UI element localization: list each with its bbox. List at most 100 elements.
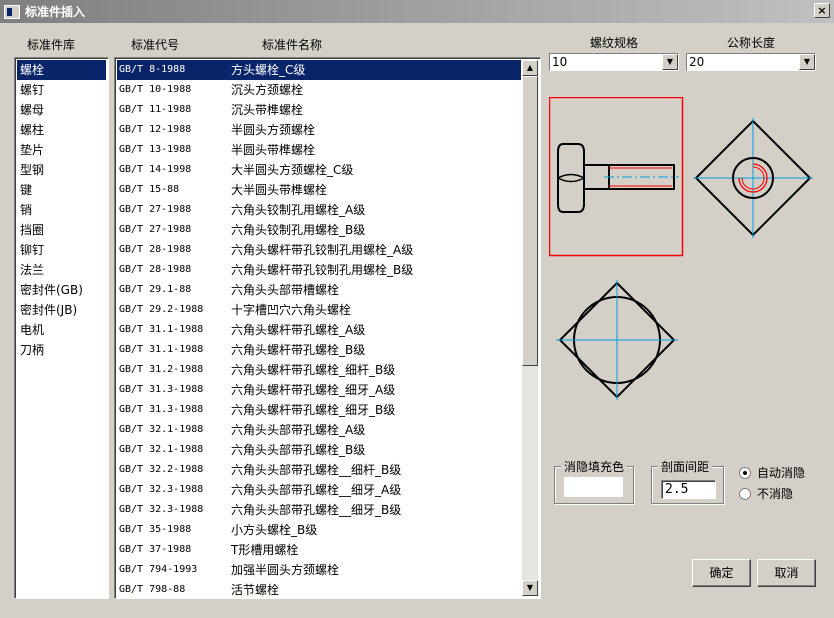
standard-code: GB/T 31.3-1988 xyxy=(119,404,204,415)
table-row[interactable]: GB/T 31.3-1988 六角头螺杆带孔螺栓_细牙_B级 xyxy=(117,400,521,420)
hidden-fill-group: 消隐填充色 xyxy=(554,458,634,504)
standard-code: GB/T 29.1-88 xyxy=(119,284,192,295)
standard-name: 六角头螺杆带孔螺栓_细牙_B级 xyxy=(231,403,396,417)
library-item[interactable]: 刀柄 xyxy=(17,340,106,360)
cancel-button[interactable]: 取消 xyxy=(757,559,816,587)
section-gap-value: 2.5 xyxy=(665,482,689,497)
standard-code: GB/T 794-1993 xyxy=(119,564,198,575)
table-row[interactable]: GB/T 31.2-1988 六角头螺杆带孔螺栓_细杆_B级 xyxy=(117,360,521,380)
table-row[interactable]: GB/T 31.1-1988 六角头螺杆带孔螺栓_A级 xyxy=(117,320,521,340)
section-gap-group: 剖面间距 2.5 xyxy=(651,458,724,504)
standard-code: GB/T 12-1988 xyxy=(119,124,192,135)
table-row[interactable]: GB/T 794-1993 加强半圆头方颈螺栓 xyxy=(117,560,521,580)
standard-code: GB/T 32.1-1988 xyxy=(119,424,204,435)
library-item[interactable]: 销 xyxy=(17,200,106,220)
table-row[interactable]: GB/T 13-1988 半圆头带榫螺栓 xyxy=(117,140,521,160)
section-gap-label: 剖面间距 xyxy=(658,458,713,475)
library-item[interactable]: 螺钉 xyxy=(17,80,106,100)
radio-auto-hide-dot[interactable] xyxy=(739,466,751,479)
table-row[interactable]: GB/T 32.1-1988 六角头头部带孔螺栓_A级 xyxy=(117,420,521,440)
table-row[interactable]: GB/T 27-1988 六角头铰制孔用螺栓_B级 xyxy=(117,220,521,240)
library-item[interactable]: 电机 xyxy=(17,320,106,340)
thread-spec-select[interactable]: 10 ▼ xyxy=(549,53,679,71)
library-list[interactable]: 螺栓 螺钉 螺母 螺柱 垫片 型钢键销挡圈 铆钉 法兰 密封件(GB) 密封件(JB) 电机 刀柄 xyxy=(14,57,109,599)
radio-auto-hide[interactable]: 自动消隐 xyxy=(739,464,805,481)
preview-top-view[interactable] xyxy=(556,280,678,400)
table-row[interactable]: GB/T 31.1-1988 六角头螺杆带孔螺栓_B级 xyxy=(117,340,521,360)
table-row[interactable]: GB/T 28-1988 六角头螺杆带孔铰制孔用螺栓_A级 xyxy=(117,240,521,260)
preview-front-view[interactable] xyxy=(549,97,684,257)
table-row[interactable]: GB/T 32.2-1988 六角头头部带孔螺栓__细杆_B级 xyxy=(117,460,521,480)
scroll-down-icon[interactable]: ▼ xyxy=(522,580,538,596)
chevron-down-icon[interactable]: ▼ xyxy=(799,54,815,70)
standard-code: GB/T 29.2-1988 xyxy=(119,304,204,315)
table-row[interactable]: GB/T 15-88 大半圆头带榫螺栓 xyxy=(117,180,521,200)
radio-no-hide-dot[interactable] xyxy=(739,487,751,500)
ok-button[interactable]: 确定 xyxy=(692,559,751,587)
standard-name: 六角头铰制孔用螺栓_A级 xyxy=(231,203,366,217)
nominal-length-select[interactable]: 20 ▼ xyxy=(686,53,816,71)
hidden-fill-color-swatch[interactable] xyxy=(564,477,623,497)
table-row[interactable]: GB/T 32.1-1988 六角头头部带孔螺栓_B级 xyxy=(117,440,521,460)
table-row[interactable]: GB/T 29.1-88 六角头头部带槽螺栓 xyxy=(117,280,521,300)
table-row[interactable]: GB/T 28-1988 六角头螺杆带孔铰制孔用螺栓_B级 xyxy=(117,260,521,280)
standard-code: GB/T 15-88 xyxy=(119,184,180,195)
table-row[interactable]: GB/T 29.2-1988 十字槽凹穴六角头螺栓 xyxy=(117,300,521,320)
scroll-up-icon[interactable]: ▲ xyxy=(522,60,538,76)
table-row[interactable]: GB/T 35-1988 小方头螺栓_B级 xyxy=(117,520,521,540)
table-row[interactable]: GB/T 798-88 活节螺栓 xyxy=(117,580,521,598)
standard-name: 六角头铰制孔用螺栓_B级 xyxy=(231,223,366,237)
preview-side-view[interactable] xyxy=(693,118,813,238)
table-row[interactable]: GB/T 8-1988 方头螺栓_C级 xyxy=(117,60,521,80)
table-row[interactable]: GB/T 32.3-1988 六角头头部带孔螺栓__细牙_B级 xyxy=(117,500,521,520)
standard-name: 大半圆头方颈螺栓_C级 xyxy=(231,163,354,177)
standard-code: GB/T 31.3-1988 xyxy=(119,384,204,395)
thread-spec-value: 10 xyxy=(552,55,568,69)
standard-name: 小方头螺栓_B级 xyxy=(231,523,318,537)
table-row[interactable]: GB/T 14-1998 大半圆头方颈螺栓_C级 xyxy=(117,160,521,180)
radio-auto-hide-label: 自动消隐 xyxy=(757,466,806,480)
standard-code: GB/T 27-1988 xyxy=(119,204,192,215)
standard-name: 六角头头部带槽螺栓 xyxy=(231,283,340,297)
table-row[interactable]: GB/T 32.3-1988 六角头头部带孔螺栓__细牙_A级 xyxy=(117,480,521,500)
library-item[interactable]: 键 xyxy=(17,180,106,200)
name-header: 标准件名称 xyxy=(262,38,323,52)
close-button[interactable]: × xyxy=(814,3,830,18)
radio-no-hide[interactable]: 不消隐 xyxy=(739,485,793,502)
library-item[interactable]: 型钢 xyxy=(17,160,106,180)
library-item[interactable]: 密封件(GB) xyxy=(17,280,106,300)
chevron-down-icon[interactable]: ▼ xyxy=(662,54,678,70)
standards-scrollbar[interactable]: ▲ ▼ xyxy=(522,60,538,596)
table-row[interactable]: GB/T 12-1988 半圆头方颈螺栓 xyxy=(117,120,521,140)
standard-name: 六角头螺杆带孔螺栓_B级 xyxy=(231,343,366,357)
library-item[interactable]: 挡圈 xyxy=(17,220,106,240)
library-item[interactable]: 螺母 xyxy=(17,100,106,120)
scroll-thumb[interactable] xyxy=(522,76,538,366)
standard-name: 六角头螺杆带孔螺栓_A级 xyxy=(231,323,366,337)
standard-code: GB/T 31.1-1988 xyxy=(119,344,204,355)
hidden-fill-label: 消隐填充色 xyxy=(561,458,628,475)
standard-name: 六角头螺杆带孔铰制孔用螺栓_A级 xyxy=(231,243,414,257)
standard-code: GB/T 31.1-1988 xyxy=(119,324,204,335)
standard-name: 六角头头部带孔螺栓_A级 xyxy=(231,423,366,437)
table-row[interactable]: GB/T 10-1988 沉头方颈螺栓 xyxy=(117,80,521,100)
library-item[interactable]: 法兰 xyxy=(17,260,106,280)
standards-list[interactable]: GB/T 8-1988 方头螺栓_C级 GB/T 10-1988 沉头方颈螺栓 GB/T… xyxy=(114,57,541,599)
standard-code: GB/T 35-1988 xyxy=(119,524,192,535)
standard-code: GB/T 31.2-1988 xyxy=(119,364,204,375)
standard-code: GB/T 32.1-1988 xyxy=(119,444,204,455)
library-item[interactable]: 密封件(JB) xyxy=(17,300,106,320)
table-row[interactable]: GB/T 27-1988 六角头铰制孔用螺栓_A级 xyxy=(117,200,521,220)
library-item[interactable]: 螺栓 xyxy=(17,60,106,80)
table-row[interactable]: GB/T 37-1988 T形槽用螺栓 xyxy=(117,540,521,560)
table-row[interactable]: GB/T 31.3-1988 六角头螺杆带孔螺栓_细牙_A级 xyxy=(117,380,521,400)
standard-name: 沉头带榫螺栓 xyxy=(231,103,304,117)
standard-name: 六角头头部带孔螺栓_B级 xyxy=(231,443,366,457)
section-gap-input[interactable]: 2.5 xyxy=(661,480,716,499)
standard-name: 加强半圆头方颈螺栓 xyxy=(231,563,340,577)
standard-name: 半圆头方颈螺栓 xyxy=(231,123,316,137)
library-item[interactable]: 铆钉 xyxy=(17,240,106,260)
library-item[interactable]: 螺柱 xyxy=(17,120,106,140)
table-row[interactable]: GB/T 11-1988 沉头带榫螺栓 xyxy=(117,100,521,120)
library-item[interactable]: 垫片 xyxy=(17,140,106,160)
